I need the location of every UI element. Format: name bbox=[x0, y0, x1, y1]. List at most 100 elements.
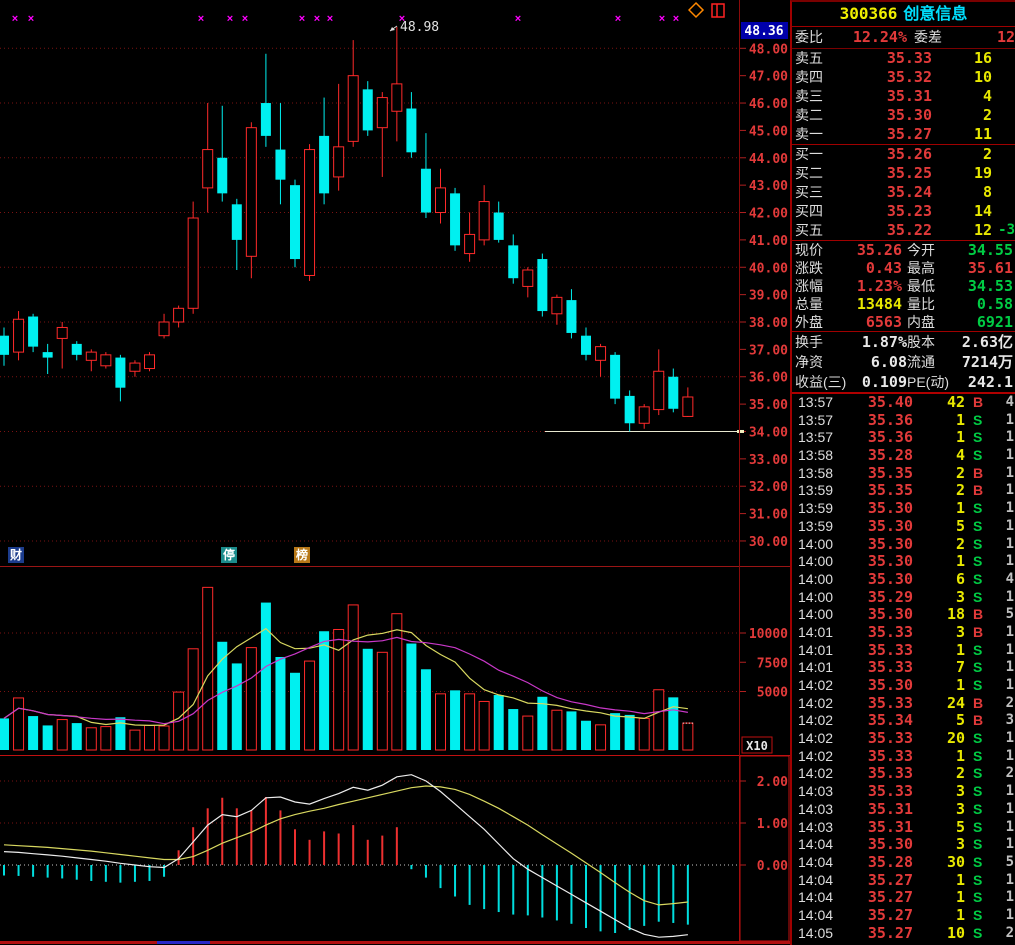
weibi-row: 委比 12.24% 委差 12 bbox=[792, 27, 1015, 49]
weibi-label: 委比 bbox=[795, 27, 823, 48]
volume-bar-down bbox=[232, 663, 242, 750]
tick-row[interactable]: 14:0435.271S1 bbox=[792, 889, 1015, 907]
stock-title[interactable]: 300366创意信息 bbox=[792, 2, 1015, 27]
candle-body-up bbox=[654, 371, 664, 409]
weicha-label: 委差 bbox=[914, 27, 942, 48]
candle-body-up bbox=[523, 270, 533, 286]
tick-row[interactable]: 13:5735.361S1 bbox=[792, 412, 1015, 430]
tick-row[interactable]: 13:5935.352B1 bbox=[792, 482, 1015, 500]
tick-row[interactable]: 13:5835.284S1 bbox=[792, 447, 1015, 465]
volume-bar-up bbox=[14, 698, 24, 750]
tick-row[interactable]: 14:0235.331S1 bbox=[792, 748, 1015, 766]
stat-row[interactable]: 换手1.87%股本2.63亿 bbox=[792, 332, 1015, 352]
volume-bar-down bbox=[43, 725, 53, 750]
candle-body-down bbox=[610, 355, 620, 399]
tick-row[interactable]: 14:0335.313S1 bbox=[792, 801, 1015, 819]
bid-row[interactable]: 买三35.248 bbox=[792, 183, 1015, 202]
bid-row[interactable]: 买五35.2212-3 bbox=[792, 221, 1015, 240]
volume-bar-up bbox=[436, 694, 446, 750]
tick-row[interactable]: 14:0335.315S1 bbox=[792, 819, 1015, 837]
fundamental-stats: 换手1.87%股本2.63亿净资6.08流通7214万收益(三)0.109PE(… bbox=[792, 332, 1015, 392]
axis-labels: 48.0047.0046.0045.0044.0043.0042.0041.00… bbox=[737, 22, 788, 874]
tick-row[interactable]: 14:0335.333S1 bbox=[792, 783, 1015, 801]
tick-row[interactable]: 14:0235.3320S1 bbox=[792, 730, 1015, 748]
candle-body-up bbox=[174, 308, 184, 322]
volume-bar-down bbox=[668, 697, 678, 750]
tick-row[interactable]: 14:0135.331S1 bbox=[792, 642, 1015, 660]
volume-bar-down bbox=[450, 690, 460, 750]
stat-row[interactable]: 净资6.08流通7214万 bbox=[792, 352, 1015, 372]
tick-row[interactable]: 14:0435.271S1 bbox=[792, 872, 1015, 890]
bid-row[interactable]: 买四35.2314 bbox=[792, 202, 1015, 221]
corner-icons[interactable] bbox=[688, 1, 728, 19]
candle-body-down bbox=[421, 169, 431, 213]
tick-row[interactable]: 13:5735.361S1 bbox=[792, 429, 1015, 447]
info-row[interactable]: 总量13484量比0.58 bbox=[792, 295, 1015, 313]
signal-marker-icon: × bbox=[12, 13, 18, 25]
signal-marker-icon: × bbox=[299, 13, 305, 25]
candle-body-down bbox=[217, 158, 227, 194]
kline-volume-macd-chart[interactable]: ×××××××××××××48.9848.0047.0046.0045.0044… bbox=[0, 0, 790, 945]
overlay-badge-bang[interactable]: 榜 bbox=[294, 547, 310, 563]
info-row[interactable]: 涨幅1.23%最低34.53 bbox=[792, 277, 1015, 295]
info-row[interactable]: 现价35.26今开34.55 bbox=[792, 241, 1015, 259]
stat-row[interactable]: 收益(三)0.109PE(动)242.1 bbox=[792, 372, 1015, 392]
ask-row[interactable]: 卖三35.314 bbox=[792, 87, 1015, 106]
info-row[interactable]: 外盘6563内盘6921 bbox=[792, 313, 1015, 331]
price-axis-label: 36.00 bbox=[749, 371, 788, 386]
candle-body-up bbox=[130, 363, 140, 371]
diamond-icon[interactable] bbox=[689, 3, 703, 17]
tick-row[interactable]: 14:0135.333B1 bbox=[792, 624, 1015, 642]
volume-bar-down bbox=[261, 603, 271, 750]
tick-row[interactable]: 14:0435.2830S5 bbox=[792, 854, 1015, 872]
candle-body-down bbox=[494, 213, 504, 240]
tick-row[interactable]: 14:0035.293S1 bbox=[792, 589, 1015, 607]
tick-row[interactable]: 13:5835.352B1 bbox=[792, 465, 1015, 483]
volume-bar-down bbox=[494, 695, 504, 750]
stock-name: 创意信息 bbox=[903, 6, 967, 23]
tick-row[interactable]: 14:0235.301S1 bbox=[792, 677, 1015, 695]
volume-bar-up bbox=[101, 727, 111, 750]
tick-row[interactable]: 13:5735.4042B4 bbox=[792, 394, 1015, 412]
tick-row[interactable]: 14:0035.301S1 bbox=[792, 553, 1015, 571]
svg-text:48.36: 48.36 bbox=[744, 24, 783, 39]
tick-row[interactable]: 14:0435.271S1 bbox=[792, 907, 1015, 925]
tick-row[interactable]: 14:0035.302S1 bbox=[792, 536, 1015, 554]
bid-row[interactable]: 买一35.262 bbox=[792, 145, 1015, 164]
bottom-scroll-indicator bbox=[157, 941, 210, 944]
tick-row[interactable]: 14:0035.3018B5 bbox=[792, 606, 1015, 624]
overlay-badge-cai[interactable]: 财 bbox=[8, 547, 24, 563]
tick-list[interactable]: 13:5735.4042B413:5735.361S113:5735.361S1… bbox=[792, 394, 1015, 943]
volume-bar-up bbox=[523, 716, 533, 750]
window-icon[interactable] bbox=[712, 4, 724, 17]
volume-bar-up bbox=[86, 728, 96, 750]
tick-row[interactable]: 14:0235.332S2 bbox=[792, 765, 1015, 783]
signal-marker-icon: × bbox=[28, 13, 34, 25]
tick-row[interactable]: 14:0235.3324B2 bbox=[792, 695, 1015, 713]
signal-marker-icon: × bbox=[615, 13, 621, 25]
overlay-badge-ting[interactable]: 停 bbox=[221, 547, 237, 563]
tick-row[interactable]: 14:0435.303S1 bbox=[792, 836, 1015, 854]
candle-body-down bbox=[566, 300, 576, 333]
ask-row[interactable]: 卖二35.302 bbox=[792, 106, 1015, 125]
volume-bar-down bbox=[290, 673, 300, 750]
price-axis-label: 31.00 bbox=[749, 508, 788, 523]
chart-area[interactable]: ×××××××××××××48.9848.0047.0046.0045.0044… bbox=[0, 0, 790, 945]
tick-row[interactable]: 13:5935.305S1 bbox=[792, 518, 1015, 536]
volume-bar-up bbox=[203, 587, 213, 750]
ask-row[interactable]: 卖一35.2711 bbox=[792, 125, 1015, 144]
high-price-annotation: 48.98 bbox=[400, 20, 439, 35]
bid-row[interactable]: 买二35.2519 bbox=[792, 164, 1015, 183]
candles-group: ×××××××××××××48.98 bbox=[0, 13, 739, 431]
ask-row[interactable]: 卖五35.3316 bbox=[792, 49, 1015, 68]
tick-row[interactable]: 14:0035.306S4 bbox=[792, 571, 1015, 589]
candle-body-down bbox=[450, 193, 460, 245]
tick-row[interactable]: 14:0535.2710S2 bbox=[792, 925, 1015, 943]
info-row[interactable]: 涨跌0.43最高35.61 bbox=[792, 259, 1015, 277]
volume-bar-up bbox=[130, 730, 140, 750]
tick-row[interactable]: 13:5935.301S1 bbox=[792, 500, 1015, 518]
tick-row[interactable]: 14:0135.337S1 bbox=[792, 659, 1015, 677]
candle-body-up bbox=[57, 327, 67, 338]
tick-row[interactable]: 14:0235.345B3 bbox=[792, 712, 1015, 730]
ask-row[interactable]: 卖四35.3210 bbox=[792, 68, 1015, 87]
